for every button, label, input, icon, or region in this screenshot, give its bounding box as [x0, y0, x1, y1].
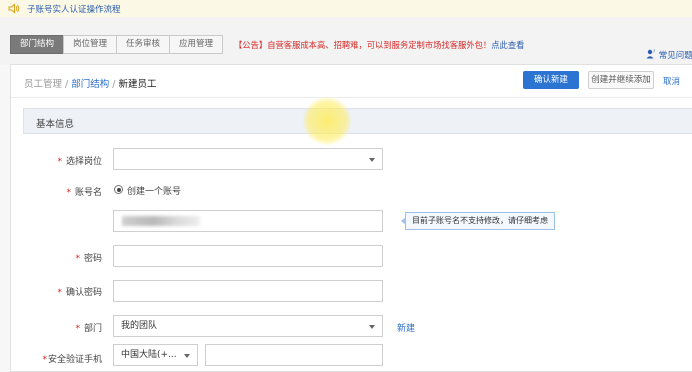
redacted-account-name: [122, 216, 200, 226]
required-mark: *: [75, 254, 80, 264]
tab-position-management[interactable]: 岗位管理: [63, 35, 118, 54]
department-label: * 部门: [75, 324, 102, 334]
position-select[interactable]: [113, 148, 383, 170]
required-mark: *: [66, 188, 71, 198]
create-and-continue-button[interactable]: 创建并继续添加: [588, 71, 654, 89]
announcement: 【公告】自营客服成本高、招聘难，可以到服务定制市场找客服外包！点此查看: [234, 39, 524, 51]
breadcrumb-current: 新建员工: [118, 79, 157, 90]
tab-department-structure[interactable]: 部门结构: [10, 35, 65, 54]
country-code-select[interactable]: 中国大陆(+...: [113, 344, 198, 366]
chevron-down-icon: [369, 158, 375, 162]
breadcrumb-parent[interactable]: 部门结构: [71, 79, 109, 90]
account-tip: 目前子账号名不支持修改，请仔细考虑: [401, 212, 555, 230]
account-name-input[interactable]: [113, 210, 383, 232]
chevron-down-icon: [184, 354, 190, 358]
required-mark: *: [57, 288, 62, 298]
user-help-icon: ?: [646, 49, 655, 59]
faq-label: 常见问题: [658, 51, 692, 61]
position-row: * 选择岗位: [11, 148, 692, 172]
create-account-radio-label: 创建一个账号: [127, 187, 182, 197]
breadcrumb: 员工管理 / 部门结构 / 新建员工: [24, 76, 157, 90]
announcement-link[interactable]: 点此查看: [491, 40, 524, 50]
department-select[interactable]: 我的团队: [113, 315, 383, 337]
breadcrumb-root[interactable]: 员工管理: [24, 79, 62, 90]
tab-app-management[interactable]: 应用管理: [169, 35, 224, 54]
breadcrumb-separator: /: [62, 79, 72, 90]
faq-link[interactable]: ? 常见问题: [646, 49, 692, 61]
new-department-link[interactable]: 新建: [397, 321, 415, 334]
tab-bar: 部门结构 岗位管理 任务审核 应用管理 【公告】自营客服成本高、招聘难，可以到服…: [0, 17, 692, 65]
password-label: * 密码: [75, 254, 102, 264]
account-label: * 账号名: [66, 188, 102, 198]
breadcrumb-separator: /: [109, 79, 119, 90]
phone-label: *安全验证手机: [42, 355, 102, 365]
create-account-radio[interactable]: [114, 185, 123, 194]
tab-task-review[interactable]: 任务审核: [116, 35, 171, 54]
required-mark: *: [57, 157, 62, 167]
notice-bar: 子账号实人认证操作流程: [0, 0, 692, 18]
confirm-create-button[interactable]: 确认新建: [523, 71, 579, 89]
position-label: * 选择岗位: [57, 157, 102, 167]
phone-input[interactable]: [205, 344, 383, 366]
svg-text:?: ?: [653, 49, 655, 54]
speaker-icon: [8, 3, 20, 14]
main-panel: 员工管理 / 部门结构 / 新建员工 确认新建 创建并继续添加 取消 基本信息 …: [10, 64, 692, 372]
confirm-password-label: * 确认密码: [57, 288, 102, 298]
announcement-text: 【公告】自营客服成本高、招聘难，可以到服务定制市场找客服外包！: [234, 40, 492, 50]
section-title: 基本信息: [36, 119, 75, 130]
confirm-password-input[interactable]: [113, 280, 383, 302]
divider: [11, 97, 692, 98]
notice-link[interactable]: 子账号实人认证操作流程: [27, 3, 121, 15]
required-mark: *: [75, 324, 80, 334]
chevron-down-icon: [369, 325, 375, 329]
cursor-highlight: [303, 97, 351, 145]
password-input[interactable]: [113, 245, 383, 267]
required-mark: *: [42, 355, 47, 365]
section-header: 基本信息: [23, 108, 692, 134]
cancel-button[interactable]: 取消: [663, 75, 680, 87]
